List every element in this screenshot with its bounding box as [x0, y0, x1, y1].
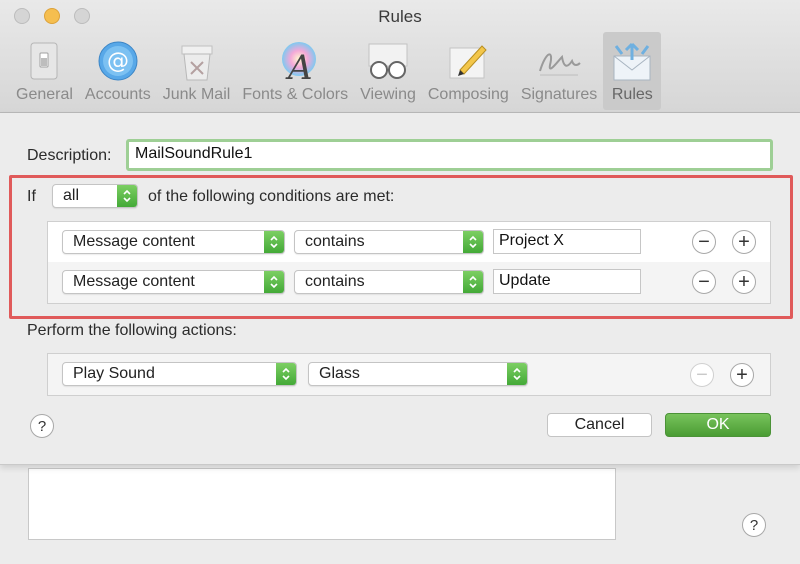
action-1-sound-popup[interactable]: Glass — [308, 362, 528, 386]
match-all-popup[interactable]: all — [52, 184, 138, 208]
condition-2-operator-popup[interactable]: contains — [294, 270, 484, 294]
font-colors-icon: A — [272, 39, 318, 83]
popup-value: Glass — [319, 365, 360, 382]
rule-editor-sheet: Description: MailSoundRule1 If all of th… — [0, 113, 800, 465]
toolbar-item-viewing[interactable]: Viewing — [354, 32, 422, 110]
cancel-button[interactable]: Cancel — [547, 413, 652, 437]
general-switch-icon — [21, 39, 67, 83]
popup-value: Message content — [73, 233, 195, 250]
toolbar-label: Fonts & Colors — [242, 86, 349, 103]
at-sign-icon: @ — [95, 39, 141, 83]
popup-value: all — [63, 187, 80, 204]
pencil-paper-icon — [445, 39, 491, 83]
conditions-suffix-label: of the following conditions are met: — [148, 188, 395, 205]
condition-1-operator-popup[interactable]: contains — [294, 230, 484, 254]
preferences-toolbar: General @ Accounts Junk Mail A Fonts & C… — [10, 32, 662, 110]
toolbar-label: Rules — [611, 86, 653, 103]
action-1-add-button[interactable]: + — [730, 363, 754, 387]
popup-value: Play Sound — [73, 365, 155, 382]
if-label: If — [27, 188, 36, 205]
toolbar-label: Junk Mail — [162, 86, 231, 103]
condition-2-add-button[interactable]: + — [732, 270, 756, 294]
description-field[interactable]: MailSoundRule1 — [126, 139, 773, 171]
condition-1-add-button[interactable]: + — [732, 230, 756, 254]
toolbar-label: General — [16, 86, 73, 103]
window-title: Rules — [378, 7, 422, 26]
svg-text:A: A — [285, 48, 313, 83]
description-label: Description: — [27, 147, 112, 164]
toolbar-item-composing[interactable]: Composing — [422, 32, 515, 110]
rules-envelope-icon — [609, 39, 655, 83]
actions-label: Perform the following actions: — [27, 322, 237, 339]
popup-value: contains — [305, 233, 365, 250]
popup-arrows-icon — [264, 231, 284, 253]
preferences-help-button[interactable]: ? — [742, 513, 766, 537]
popup-value: contains — [305, 273, 365, 290]
action-1-remove-button[interactable]: − — [690, 363, 714, 387]
condition-2-remove-button[interactable]: − — [692, 270, 716, 294]
popup-arrows-icon — [463, 231, 483, 253]
popup-arrows-icon — [276, 363, 296, 385]
toolbar-label: Composing — [427, 86, 509, 103]
toolbar-item-rules[interactable]: Rules — [603, 32, 662, 110]
toolbar-item-fonts-colors[interactable]: A Fonts & Colors — [236, 32, 354, 110]
glasses-icon — [365, 39, 411, 83]
toolbar-label: Accounts — [84, 86, 151, 103]
junk-mail-bin-icon — [174, 39, 220, 83]
rules-list — [28, 468, 616, 540]
popup-arrows-icon — [117, 185, 137, 207]
signature-icon — [536, 39, 582, 83]
popup-arrows-icon — [507, 363, 527, 385]
svg-text:@: @ — [107, 49, 129, 74]
popup-arrows-icon — [264, 271, 284, 293]
rule-help-button[interactable]: ? — [30, 414, 54, 438]
action-1-type-popup[interactable]: Play Sound — [62, 362, 297, 386]
condition-1-value-field[interactable]: Project X — [493, 229, 641, 254]
popup-arrows-icon — [463, 271, 483, 293]
ok-button[interactable]: OK — [665, 413, 771, 437]
toolbar-item-general[interactable]: General — [10, 32, 79, 110]
toolbar-label: Signatures — [520, 86, 598, 103]
condition-1-field-popup[interactable]: Message content — [62, 230, 285, 254]
popup-value: Message content — [73, 273, 195, 290]
condition-1-remove-button[interactable]: − — [692, 230, 716, 254]
toolbar-label: Viewing — [360, 86, 416, 103]
toolbar-item-signatures[interactable]: Signatures — [515, 32, 604, 110]
toolbar-item-junk-mail[interactable]: Junk Mail — [157, 32, 237, 110]
title-bar: Rules General @ Accounts Junk Mail A Fon… — [0, 0, 800, 113]
condition-2-value-field[interactable]: Update — [493, 269, 641, 294]
toolbar-item-accounts[interactable]: @ Accounts — [79, 32, 157, 110]
condition-2-field-popup[interactable]: Message content — [62, 270, 285, 294]
